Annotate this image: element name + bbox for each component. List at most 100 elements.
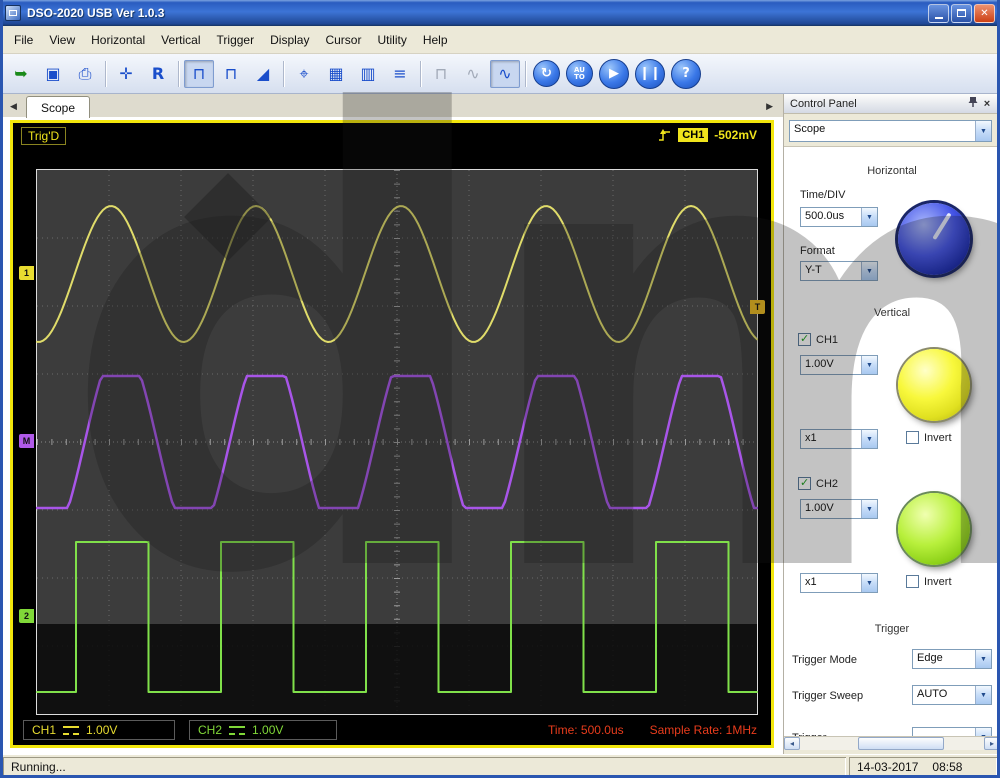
graticule — [36, 169, 758, 715]
menu-help[interactable]: Help — [415, 30, 456, 50]
menu-view[interactable]: View — [41, 30, 83, 50]
scrollbar-track[interactable] — [800, 737, 984, 750]
ch1-ground-marker[interactable]: 1 — [19, 266, 34, 280]
menu-display[interactable]: Display — [262, 30, 317, 50]
toolbar-separator — [283, 60, 284, 87]
pan-button[interactable]: ✛ — [111, 60, 141, 88]
format-select[interactable]: Y-T — [800, 261, 878, 281]
tab-scroll-right-button[interactable]: ▶ — [766, 101, 773, 111]
timebase-readout: Time: 500.0us — [548, 723, 624, 737]
record-icon: R — [151, 64, 165, 83]
ch2-scale-select[interactable]: 1.00V — [800, 499, 878, 519]
cursor-select-button[interactable]: ⌖ — [289, 60, 319, 88]
grid-display-icon: ▦ — [328, 64, 344, 83]
close-button[interactable]: ✕ — [974, 3, 995, 23]
control-panel-body: Horizontal Time/DIV 500.0us Format Y-T V… — [784, 146, 1000, 736]
menu-vertical[interactable]: Vertical — [153, 30, 208, 50]
linear-interpolation-button: ∿ — [458, 60, 488, 88]
ch1-probe-select[interactable]: x1 — [800, 429, 878, 449]
ch2-probe-select[interactable]: x1 — [800, 573, 878, 593]
ch1-position-knob[interactable] — [898, 349, 970, 421]
ch2-enable-checkbox[interactable]: CH2 — [798, 476, 838, 490]
panel-mode-select[interactable]: Scope — [789, 120, 992, 142]
trigger-mode-select[interactable]: Edge — [912, 649, 992, 669]
status-message: Running... — [3, 757, 846, 776]
autoset-icon: AUTO — [574, 65, 585, 81]
tab-scroll-left-button[interactable]: ◀ — [10, 101, 17, 111]
tab-scope-label: Scope — [40, 100, 76, 115]
horizontal-group-title: Horizontal — [867, 165, 917, 177]
step-interpolation-button: ⊓ — [426, 60, 456, 88]
ch2-readout-scale: 1.00V — [252, 723, 284, 737]
ch1-enable-checkbox[interactable]: CH1 — [798, 332, 838, 346]
ch2-readout-label: CH2 — [198, 723, 223, 737]
status-time: 08:58 — [932, 759, 963, 774]
scope-readout-bar: CH1 1.00V CH2 1.00V Time: 500.0us Sample… — [13, 719, 771, 741]
title-bar: DSO-2020 USB Ver 1.0.3 ✕ — [0, 0, 1000, 26]
run-button[interactable]: ▶ — [599, 58, 629, 89]
menu-cursor[interactable]: Cursor — [317, 30, 369, 50]
vertical-cursors-button[interactable]: ▥ — [353, 60, 383, 88]
status-bar: Running... 14-03-2017 08:58 — [0, 754, 1000, 778]
ch2-position-knob[interactable] — [898, 493, 970, 565]
menu-file[interactable]: File — [6, 30, 41, 50]
pulse-wave-display-button[interactable]: ⊓ — [216, 60, 246, 88]
save-button[interactable]: ▣ — [38, 60, 68, 88]
math-ground-marker[interactable]: M — [19, 434, 34, 448]
trigger-level-marker[interactable]: T — [750, 300, 765, 314]
autoset-button[interactable]: AUTO — [566, 60, 593, 87]
minimize-button[interactable] — [928, 3, 949, 23]
step-interpolation-icon: ⊓ — [434, 64, 448, 83]
refresh-icon: ↻ — [541, 66, 552, 81]
help-button[interactable]: ? — [671, 58, 701, 89]
scope-display: Trig'D CH1 -502mV 1 M 2 T CH1 1.00V CH2 … — [10, 120, 774, 748]
ch2-ground-marker[interactable]: 2 — [19, 609, 34, 623]
print-button[interactable]: ⎙ — [70, 60, 100, 88]
chevron-down-icon — [861, 262, 877, 280]
dc-coupling-icon — [63, 725, 80, 735]
ch1-scale-select[interactable]: 1.00V — [800, 355, 878, 375]
ch1-invert-checkbox[interactable]: Invert — [906, 431, 952, 444]
window-title: DSO-2020 USB Ver 1.0.3 — [27, 6, 165, 20]
record-button[interactable]: R — [143, 60, 173, 88]
menu-horizontal[interactable]: Horizontal — [83, 30, 153, 50]
refresh-button[interactable]: ↻ — [533, 60, 560, 87]
scroll-right-arrow[interactable]: ▸ — [984, 737, 1000, 750]
trigger-group-title: Trigger — [874, 623, 910, 635]
menu-trigger[interactable]: Trigger — [209, 30, 263, 50]
maximize-button[interactable] — [951, 3, 972, 23]
pause-button[interactable]: ❙❙ — [635, 58, 665, 89]
help-icon: ? — [682, 66, 690, 81]
ramp-wave-display-button[interactable]: ◢ — [248, 60, 278, 88]
trigger-sweep-label: Trigger Sweep — [792, 690, 864, 702]
scrollbar-thumb[interactable] — [858, 737, 944, 750]
chevron-down-icon — [861, 356, 877, 374]
scope-status-row: Trig'D CH1 -502mV — [13, 125, 771, 149]
linear-interpolation-icon: ∿ — [466, 64, 480, 83]
square-wave-display-button[interactable]: ⊓ — [184, 59, 214, 88]
edge-trigger-icon — [659, 129, 671, 141]
trigger-clipped-select[interactable] — [912, 727, 992, 736]
panel-close-icon[interactable]: × — [980, 97, 994, 111]
pin-icon[interactable] — [966, 96, 980, 111]
format-label: Format — [800, 245, 835, 257]
app-icon — [5, 5, 21, 21]
timediv-select[interactable]: 500.0us — [800, 207, 878, 227]
knob-pointer — [932, 212, 952, 241]
cursor-select-icon: ⌖ — [299, 63, 309, 83]
horizontal-position-knob[interactable] — [898, 203, 970, 275]
chevron-down-icon — [861, 208, 877, 226]
pan-icon: ✛ — [119, 64, 133, 83]
grid-display-button[interactable]: ▦ — [321, 60, 351, 88]
horizontal-cursors-button[interactable]: ≡ — [385, 60, 415, 88]
ch2-invert-checkbox[interactable]: Invert — [906, 575, 952, 588]
app-window: DSO-2020 USB Ver 1.0.3 ✕ File View Horizon… — [0, 0, 1000, 778]
open-button[interactable]: ➥ — [6, 60, 36, 88]
menu-bar: File View Horizontal Vertical Trigger Display… — [0, 26, 1000, 54]
sine-interpolation-button[interactable]: ∿ — [490, 59, 520, 88]
trigger-sweep-select[interactable]: AUTO — [912, 685, 992, 705]
scroll-left-arrow[interactable]: ◂ — [784, 737, 800, 750]
tab-scope[interactable]: Scope — [26, 96, 90, 118]
menu-utility[interactable]: Utility — [369, 30, 414, 50]
toolbar: ➥ ▣ ⎙ ✛ R ⊓ ⊓ ◢ ⌖ ▦ ▥ ≡ ⊓ ∿ ∿ ↻ AUTO ▶ ❙❙? — [0, 54, 1000, 94]
